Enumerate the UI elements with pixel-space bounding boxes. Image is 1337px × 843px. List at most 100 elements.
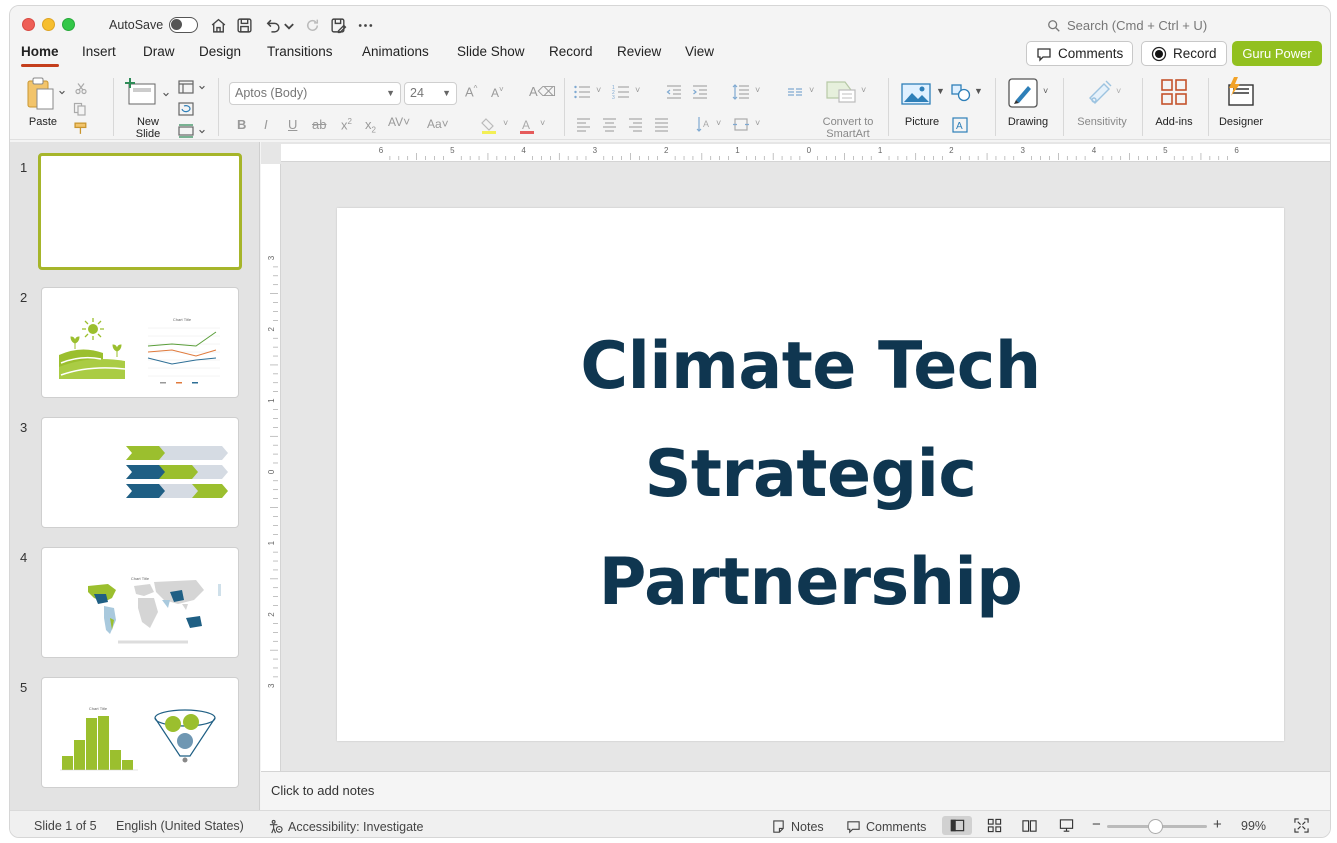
numbering-icon[interactable]: 123 — [612, 84, 630, 100]
shapes-icon[interactable] — [951, 84, 971, 102]
record-button[interactable]: Record — [1141, 41, 1227, 66]
copy-icon[interactable] — [73, 102, 87, 116]
new-slide-chevron-down-icon[interactable] — [162, 90, 170, 98]
section-chevron-down-icon[interactable] — [198, 127, 206, 135]
notes-toggle-button[interactable]: Notes — [771, 819, 824, 834]
line-spacing-icon[interactable] — [732, 84, 750, 100]
picture-chevron-down-icon[interactable]: ▼ — [936, 86, 945, 96]
increase-indent-icon[interactable] — [692, 84, 708, 100]
align-center-icon[interactable] — [602, 117, 617, 132]
bullets-icon[interactable] — [573, 84, 591, 100]
add-ins-icon[interactable] — [1160, 78, 1188, 106]
tab-insert[interactable]: Insert — [82, 44, 116, 70]
slide-sorter-view-button[interactable] — [979, 816, 1009, 835]
slide-thumbnail-4[interactable]: Chart Title — [41, 547, 239, 658]
layout-chevron-down-icon[interactable] — [198, 83, 206, 91]
justify-icon[interactable] — [654, 117, 669, 132]
zoom-window-button[interactable] — [62, 18, 75, 31]
font-color-chevron-down-icon[interactable]: ˅ — [540, 118, 545, 128]
decrease-font-size-icon[interactable]: A˅ — [491, 85, 504, 100]
tab-home[interactable]: Home — [21, 44, 59, 70]
redo-icon[interactable] — [302, 15, 322, 35]
paste-clipboard-icon[interactable] — [24, 76, 58, 112]
highlight-chevron-down-icon[interactable]: ˅ — [503, 118, 508, 128]
vertical-ruler[interactable]: 3 2 1 0 1 2 3 — [261, 164, 281, 771]
comments-button[interactable]: Comments — [1026, 41, 1134, 66]
change-case-icon[interactable]: Aa˅ — [427, 117, 449, 131]
notes-pane[interactable]: Click to add notes — [261, 771, 1330, 810]
tab-review[interactable]: Review — [617, 44, 661, 70]
minimize-window-button[interactable] — [42, 18, 55, 31]
increase-font-size-icon[interactable]: A^ — [465, 84, 477, 99]
slide-show-view-button[interactable] — [1051, 816, 1081, 835]
underline-icon[interactable]: U — [288, 117, 297, 132]
picture-icon[interactable] — [901, 82, 931, 106]
close-window-button[interactable] — [22, 18, 35, 31]
font-name-combo[interactable]: Aptos (Body) ▼ — [229, 82, 401, 105]
superscript-icon[interactable]: x2 — [341, 117, 352, 132]
align-right-icon[interactable] — [628, 117, 643, 132]
zoom-slider-thumb[interactable] — [1148, 819, 1163, 834]
italic-icon[interactable]: I — [264, 117, 268, 132]
slide-thumbnail-1[interactable] — [10, 153, 260, 273]
highlight-icon[interactable] — [480, 117, 498, 135]
more-options-icon[interactable] — [355, 15, 375, 35]
cut-scissors-icon[interactable] — [75, 82, 87, 95]
character-spacing-icon[interactable]: AV˅ — [388, 115, 410, 129]
smartart-chevron-down-icon[interactable]: ˅ — [861, 85, 866, 95]
search-box[interactable]: Search (Cmd + Ctrl + U) — [1047, 18, 1207, 33]
align-left-icon[interactable] — [576, 117, 591, 132]
line-spacing-chevron-down-icon[interactable]: ˅ — [755, 85, 760, 95]
numbering-chevron-down-icon[interactable]: ˅ — [635, 85, 640, 95]
layout-icon[interactable] — [178, 80, 194, 94]
decrease-indent-icon[interactable] — [666, 84, 682, 100]
text-direction-icon[interactable]: A — [696, 116, 712, 133]
subscript-icon[interactable]: x2 — [365, 117, 376, 135]
undo-dropdown-chevron-down-icon[interactable] — [282, 15, 296, 35]
autosave-toggle[interactable] — [169, 17, 198, 33]
clear-formatting-icon[interactable]: A⌫ — [529, 84, 556, 100]
section-icon[interactable] — [178, 124, 194, 138]
zoom-in-button[interactable]: + — [1213, 816, 1222, 833]
horizontal-ruler[interactable]: 6 5 4 3 2 1 0 1 2 3 4 5 6 — [281, 144, 1330, 162]
slide-title-text[interactable]: Climate Tech Strategic Partnership — [531, 313, 1091, 637]
font-size-combo[interactable]: 24 ▼ — [404, 82, 457, 105]
tab-record[interactable]: Record — [549, 44, 593, 70]
slide-editing-area[interactable]: 6 5 4 3 2 1 0 1 2 3 4 5 6 3 2 1 0 1 2 3 Climate Tech Strat… — [261, 142, 1330, 771]
fit-slide-button[interactable] — [1286, 816, 1316, 835]
slide-thumbnail-3[interactable] — [41, 417, 239, 528]
align-text-icon[interactable] — [732, 116, 750, 133]
slide-thumbnail-5[interactable]: Chart Title — [41, 677, 239, 788]
tab-draw[interactable]: Draw — [143, 44, 175, 70]
zoom-out-button[interactable]: − — [1092, 816, 1101, 833]
bullets-chevron-down-icon[interactable]: ˅ — [596, 85, 601, 95]
sensitivity-chevron-down-icon[interactable]: ˅ — [1116, 86, 1121, 96]
drawing-chevron-down-icon[interactable]: ˅ — [1043, 86, 1048, 96]
normal-view-button[interactable] — [942, 816, 972, 835]
strikethrough-icon[interactable]: ab — [312, 117, 326, 132]
accessibility-status[interactable]: Accessibility: Investigate — [268, 819, 423, 834]
text-box-icon[interactable]: A — [951, 116, 969, 134]
undo-icon[interactable] — [262, 15, 282, 35]
tab-design[interactable]: Design — [199, 44, 241, 70]
format-painter-icon[interactable] — [74, 122, 89, 135]
font-color-icon[interactable]: A — [518, 117, 536, 135]
customize-save-as-icon[interactable] — [328, 15, 348, 35]
tab-transitions[interactable]: Transitions — [267, 44, 333, 70]
text-direction-chevron-down-icon[interactable]: ˅ — [716, 118, 721, 128]
new-slide-icon[interactable] — [125, 78, 157, 106]
drawing-icon[interactable] — [1008, 78, 1038, 108]
comments-toggle-button[interactable]: Comments — [846, 819, 926, 834]
current-slide[interactable]: Climate Tech Strategic Partnership — [337, 208, 1284, 741]
tab-slide-show[interactable]: Slide Show — [457, 44, 525, 70]
language-status[interactable]: English (United States) — [116, 819, 244, 833]
columns-icon[interactable] — [787, 84, 803, 100]
shapes-chevron-down-icon[interactable]: ▼ — [974, 86, 983, 96]
align-text-chevron-down-icon[interactable]: ˅ — [755, 118, 760, 128]
reset-slide-icon[interactable] — [178, 102, 194, 116]
save-icon[interactable] — [234, 15, 254, 35]
slide-thumbnail-2[interactable]: Chart Title — [41, 287, 239, 398]
tab-view[interactable]: View — [685, 44, 714, 70]
zoom-percentage[interactable]: 99% — [1241, 819, 1266, 833]
sensitivity-icon[interactable] — [1086, 78, 1114, 108]
